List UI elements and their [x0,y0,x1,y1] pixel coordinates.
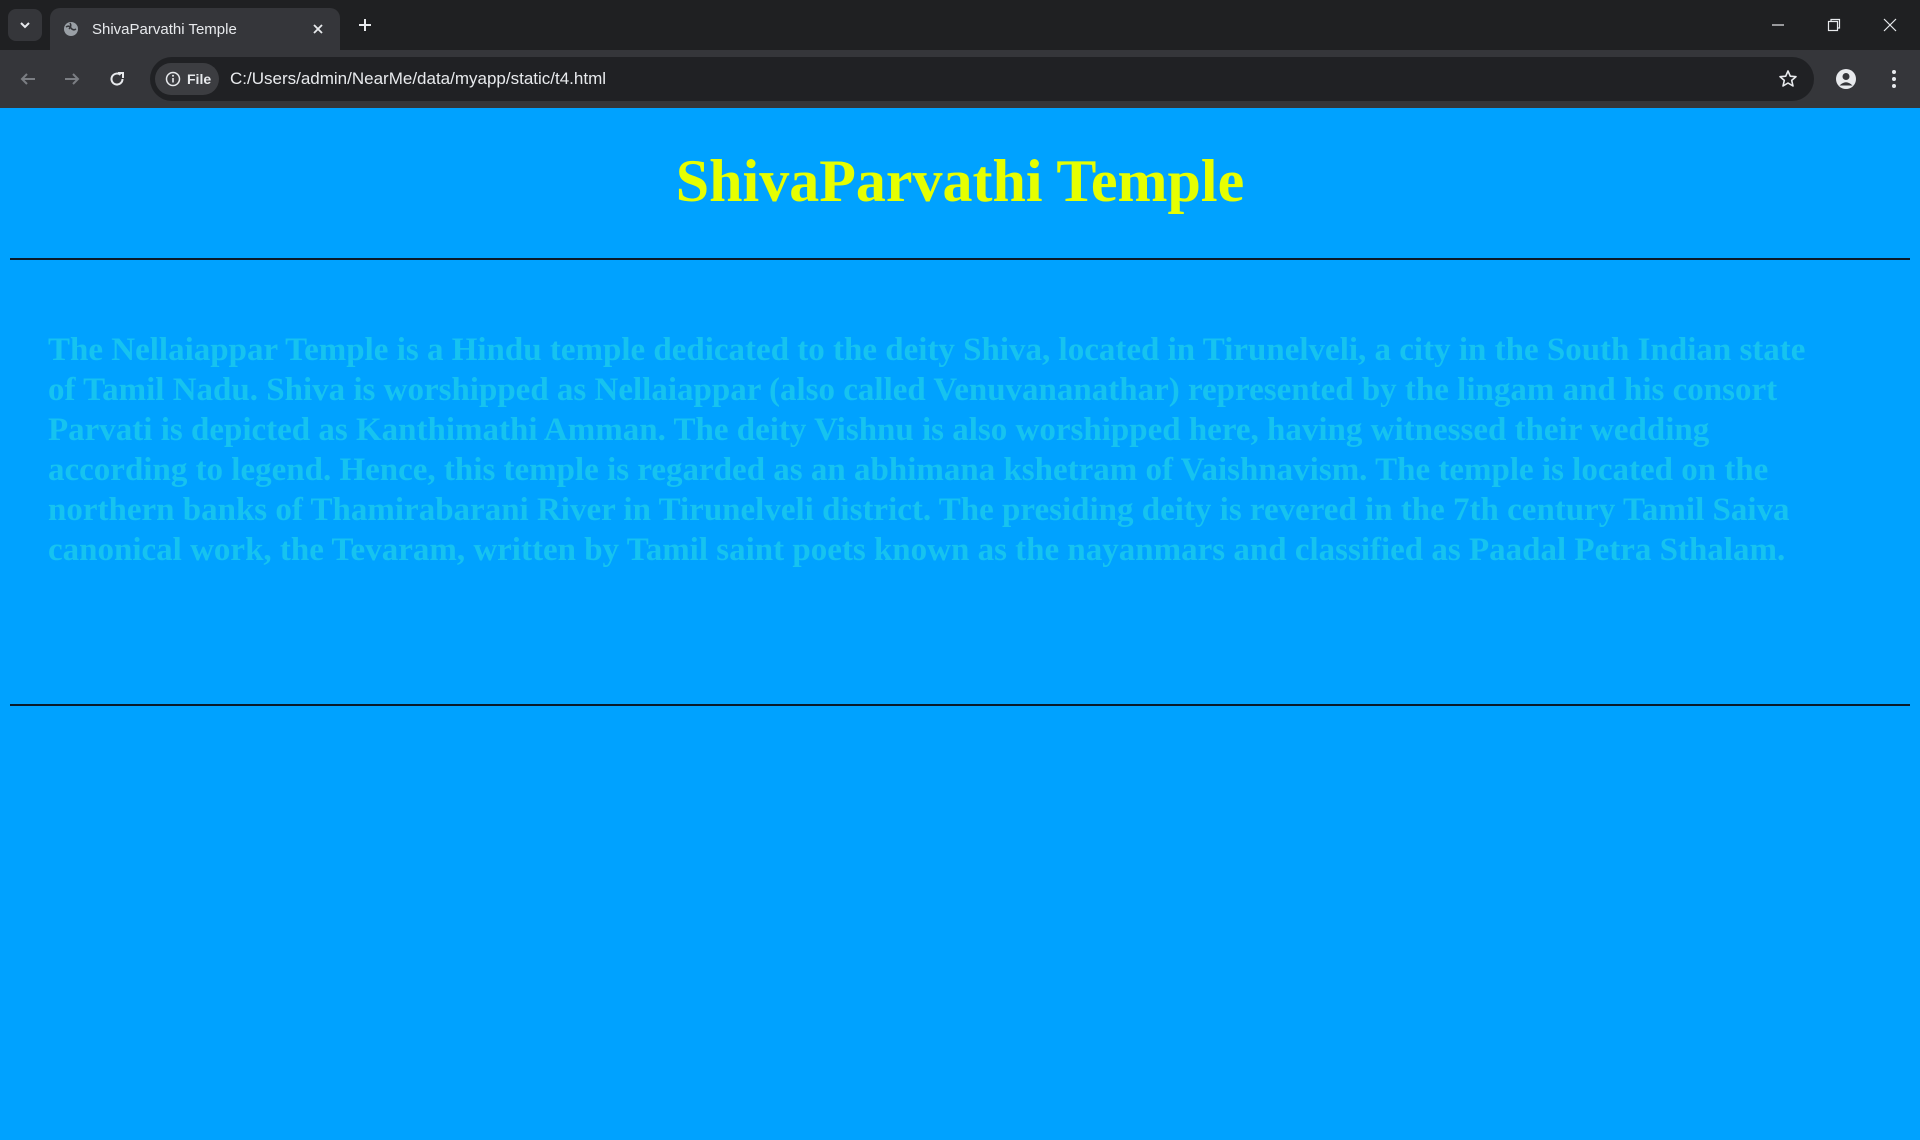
site-info-chip[interactable]: File [155,63,219,95]
person-icon [1836,69,1856,89]
kebab-menu-icon [1892,70,1896,88]
tab-strip: ShivaParvathi Temple [0,0,1920,50]
info-icon [165,71,181,87]
browser-toolbar: File C:/Users/admin/NearMe/data/myapp/st… [0,50,1920,108]
top-divider [10,258,1910,260]
browser-tab[interactable]: ShivaParvathi Temple [50,8,340,50]
minimize-button[interactable] [1750,0,1806,50]
minimize-icon [1772,24,1784,26]
bottom-divider [10,704,1910,706]
star-icon [1779,70,1797,87]
browser-menu-button[interactable] [1878,63,1910,95]
arrow-right-icon [65,73,80,85]
new-tab-button[interactable] [352,12,378,38]
close-icon [1883,18,1897,32]
close-window-button[interactable] [1862,0,1918,50]
plus-icon [359,19,371,31]
page-content: ShivaParvathi Temple The Nellaiappar Tem… [0,108,1920,1140]
page-title: ShivaParvathi Temple [675,148,1245,214]
profile-button[interactable] [1830,63,1862,95]
tab-search-button[interactable] [8,9,42,41]
chevron-down-icon [20,22,30,29]
reload-icon [110,72,124,86]
site-info-label: File [187,71,212,87]
arrow-left-icon [20,73,35,85]
tab-title: ShivaParvathi Temple [92,20,237,38]
address-bar[interactable]: File C:/Users/admin/NearMe/data/myapp/st… [150,57,1814,101]
bookmark-button[interactable] [1774,65,1802,93]
restore-icon [1827,18,1841,32]
restore-button[interactable] [1806,0,1862,50]
globe-icon [62,20,80,38]
back-button[interactable] [12,63,44,95]
url-text[interactable]: C:/Users/admin/NearMe/data/myapp/static/… [230,69,606,89]
temple-description: The Nellaiappar Temple is a Hindu temple… [48,332,1806,568]
forward-button[interactable] [56,63,88,95]
reload-button[interactable] [101,63,133,95]
tab-close-button[interactable] [306,17,330,41]
close-icon [313,24,323,34]
